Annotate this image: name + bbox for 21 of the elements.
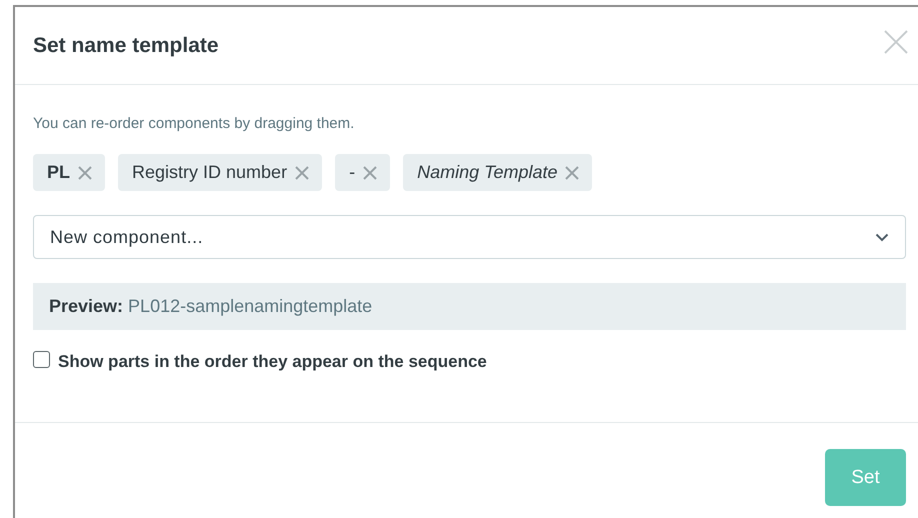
component-select[interactable]: New component...: [33, 215, 906, 259]
preview-label: Preview:: [49, 296, 124, 317]
chip-label: PL: [47, 162, 70, 183]
component-chip[interactable]: Naming Template: [403, 154, 592, 191]
chip-label: Registry ID number: [132, 162, 288, 183]
preview-value: PL012-samplenamingtemplate: [128, 296, 372, 317]
component-chip[interactable]: Registry ID number: [118, 154, 322, 191]
chip-label: Naming Template: [417, 162, 558, 183]
remove-icon[interactable]: [363, 166, 378, 180]
remove-icon[interactable]: [295, 166, 310, 180]
remove-icon[interactable]: [78, 166, 92, 180]
chevron-icon: [875, 232, 889, 242]
dialog-title: Set name template: [33, 34, 219, 58]
hint-text: You can re-order components by dragging them.: [33, 115, 356, 132]
checkbox[interactable]: [33, 350, 50, 368]
checkbox-label: Show parts in the order they appear on the sequence: [58, 352, 487, 372]
close-icon[interactable]: [884, 30, 908, 54]
component-chip[interactable]: -: [335, 154, 390, 191]
component-chip[interactable]: PL: [33, 154, 106, 191]
chip-label: -: [349, 162, 356, 183]
remove-icon[interactable]: [565, 166, 580, 180]
